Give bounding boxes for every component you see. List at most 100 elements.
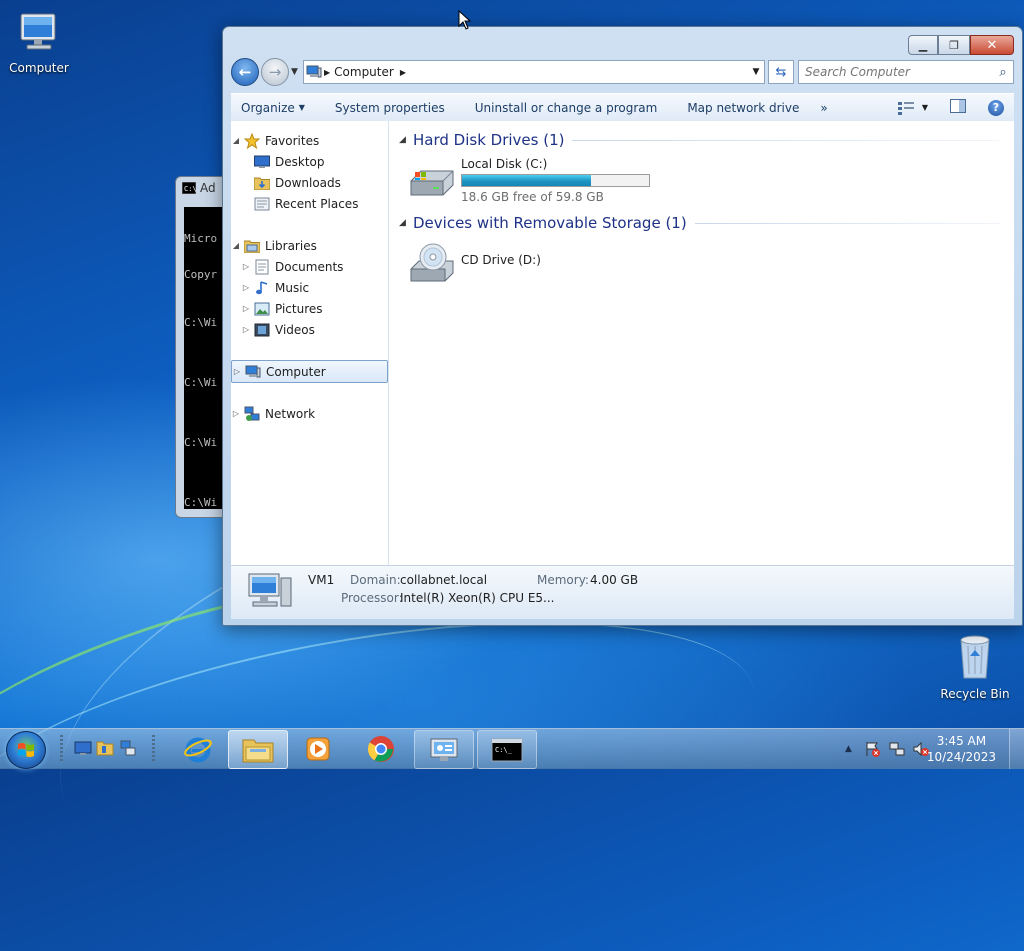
nav-pictures[interactable]: ▷ Pictures [231, 298, 388, 319]
refresh-icon: ⇆ [775, 64, 787, 80]
search-icon[interactable]: ⌕ [993, 65, 1013, 80]
close-icon: ✕ [986, 37, 998, 53]
nav-label: Computer [266, 364, 326, 379]
cmd-title: Ad [200, 181, 216, 195]
svg-text:C:\_: C:\_ [495, 746, 513, 754]
organize-button[interactable]: Organize ▼ [231, 101, 320, 115]
mouse-cursor-icon [458, 10, 472, 30]
drive-usage-bar [461, 174, 650, 187]
desktop-icon-recycle-bin[interactable]: Recycle Bin [937, 630, 1013, 701]
downloads-folder-icon [254, 175, 270, 191]
memory-label: Memory: [537, 573, 589, 587]
taskbar-command-prompt[interactable]: C:\_ [477, 730, 537, 769]
chevron-down-icon: ▼ [921, 103, 928, 112]
expand-arrow-icon[interactable]: ▷ [231, 409, 241, 418]
navigation-pane[interactable]: ◢ Favorites Desktop Downloads Recent Pla… [231, 121, 389, 565]
file-list-pane[interactable]: ◢ Hard Disk Drives (1) Local Disk (C:) 1… [389, 121, 1014, 565]
nav-music[interactable]: ▷ Music [231, 277, 388, 298]
control-panel-icon [430, 738, 458, 761]
folder-icon [242, 739, 274, 762]
address-history-dropdown[interactable]: ▼ [748, 67, 764, 77]
nav-documents[interactable]: ▷ Documents [231, 256, 388, 277]
breadcrumb-computer[interactable]: Computer [330, 65, 394, 79]
help-icon[interactable]: ? [988, 99, 1004, 116]
nav-desktop[interactable]: Desktop [231, 151, 388, 172]
nav-downloads[interactable]: Downloads [231, 172, 388, 193]
drive-item-d[interactable]: CD Drive (D:) [407, 241, 541, 285]
expand-arrow-icon[interactable]: ◢ [231, 136, 241, 145]
nav-label: Desktop [275, 154, 325, 169]
uninstall-program-button[interactable]: Uninstall or change a program [460, 101, 673, 115]
start-button[interactable] [6, 731, 46, 769]
breadcrumb-separator-icon[interactable]: ▶ [400, 68, 406, 77]
taskbar-chrome[interactable] [352, 730, 410, 767]
change-view-button[interactable]: ▼ [897, 101, 928, 115]
taskbar-internet-explorer[interactable] [169, 730, 227, 767]
expand-arrow-icon[interactable]: ▷ [241, 262, 251, 271]
recent-pages-dropdown[interactable]: ▼ [291, 67, 301, 77]
computer-icon [245, 364, 261, 380]
minimize-button[interactable]: ▁ [908, 35, 938, 55]
expand-arrow-icon[interactable]: ▷ [241, 325, 251, 334]
taskbar-media-player[interactable] [289, 730, 347, 767]
restore-icon: ❐ [949, 38, 959, 52]
recycle-bin-icon [960, 635, 990, 679]
action-center-flag-icon[interactable] [864, 740, 882, 758]
search-input[interactable] [799, 64, 993, 80]
forward-button[interactable]: → [261, 58, 289, 86]
network-quicklaunch-icon[interactable] [119, 739, 137, 757]
preview-pane-button[interactable] [950, 99, 966, 116]
arrow-left-icon: ← [238, 63, 252, 81]
map-network-drive-button[interactable]: Map network drive [672, 101, 814, 115]
taskbar-control-panel[interactable] [414, 730, 474, 769]
expand-arrow-icon[interactable]: ◢ [231, 241, 241, 250]
address-bar[interactable]: ▶ Computer ▶ ▼ [303, 60, 765, 84]
desktop-icon-computer[interactable]: Computer [1, 8, 77, 75]
drive-free-space: 18.6 GB free of 59.8 GB [461, 190, 604, 204]
group-header-removable[interactable]: ◢ Devices with Removable Storage (1) [399, 213, 1000, 233]
nav-videos[interactable]: ▷ Videos [231, 319, 388, 340]
group-header-hard-disk[interactable]: ◢ Hard Disk Drives (1) [399, 130, 1000, 150]
expand-arrow-icon[interactable]: ▷ [241, 304, 251, 313]
hard-drive-icon [410, 170, 454, 196]
view-options-icon [897, 101, 914, 115]
back-button[interactable]: ← [231, 58, 259, 86]
drive-item-c[interactable]: Local Disk (C:) 18.6 GB free of 59.8 GB [407, 157, 650, 204]
nav-network[interactable]: ▷ Network [231, 403, 388, 424]
desktop-icon-label: Computer [9, 61, 69, 75]
star-icon [244, 132, 260, 149]
nav-label: Pictures [275, 301, 323, 316]
expand-arrow-icon[interactable]: ▷ [241, 283, 251, 292]
cd-drive-icon [410, 243, 454, 282]
show-hidden-icons-button[interactable]: ▲ [845, 744, 852, 754]
command-bar: Organize ▼ System properties Uninstall o… [231, 93, 1014, 122]
collapse-arrow-icon[interactable]: ◢ [399, 135, 413, 145]
nav-libraries[interactable]: ◢ Libraries [231, 235, 388, 256]
collapse-arrow-icon[interactable]: ◢ [399, 218, 413, 228]
expand-arrow-icon[interactable]: ▷ [232, 367, 242, 376]
nav-label: Documents [275, 259, 344, 274]
refresh-button[interactable]: ⇆ [768, 60, 794, 84]
maximize-button[interactable]: ❐ [938, 35, 970, 55]
nav-computer[interactable]: ▷ Computer [231, 360, 388, 383]
more-commands-button[interactable]: » [814, 101, 842, 115]
close-button[interactable]: ✕ [970, 35, 1014, 55]
network-status-icon[interactable] [888, 740, 906, 758]
show-desktop-quicklaunch-icon[interactable] [74, 739, 92, 757]
taskbar: C:\_ ▲ 3:45 AM 10/24/2023 [0, 728, 1024, 769]
show-desktop-button[interactable] [1009, 729, 1024, 769]
internet-explorer-icon [184, 737, 212, 762]
nav-label: Music [275, 280, 310, 295]
nav-favorites[interactable]: ◢ Favorites [231, 130, 388, 151]
explorer-quicklaunch-icon[interactable] [96, 739, 114, 757]
nav-label: Network [265, 406, 316, 421]
explorer-window[interactable]: ▁ ❐ ✕ ← → ▼ ▶ Computer ▶ ▼ ⇆ ⌕ Organize … [222, 26, 1023, 626]
system-properties-button[interactable]: System properties [320, 101, 460, 115]
search-box[interactable]: ⌕ [798, 60, 1014, 84]
processor-value: Intel(R) Xeon(R) CPU E5... [400, 591, 555, 605]
organize-label: Organize [241, 100, 295, 115]
nav-recent-places[interactable]: Recent Places [231, 193, 388, 214]
taskbar-clock[interactable]: 3:45 AM 10/24/2023 [927, 733, 996, 765]
documents-icon [254, 259, 270, 275]
taskbar-windows-explorer[interactable] [228, 730, 288, 769]
